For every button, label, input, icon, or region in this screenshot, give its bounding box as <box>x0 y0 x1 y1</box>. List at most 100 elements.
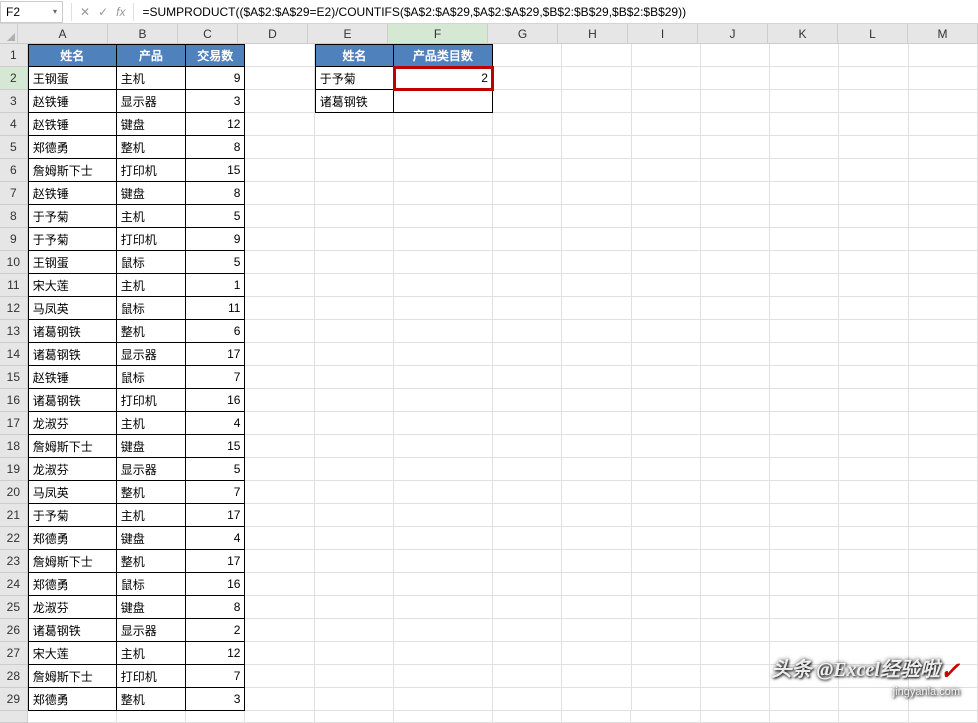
cell-K9[interactable] <box>770 228 839 251</box>
row-header-23[interactable]: 23 <box>0 550 28 573</box>
cell-H18[interactable] <box>562 435 631 458</box>
cell-J9[interactable] <box>701 228 770 251</box>
cell-K12[interactable] <box>770 297 839 320</box>
cell-A9[interactable]: 于予菊 <box>28 228 117 251</box>
cell-C20[interactable]: 7 <box>186 481 245 504</box>
cell-B26[interactable]: 显示器 <box>117 619 186 642</box>
cell-E2[interactable]: 于予菊 <box>315 67 394 90</box>
cell-M10[interactable] <box>909 251 978 274</box>
cell-J22[interactable] <box>701 527 770 550</box>
row-header-21[interactable]: 21 <box>0 504 28 527</box>
cell-B10[interactable]: 鼠标 <box>117 251 186 274</box>
cell-A24[interactable]: 郑德勇 <box>28 573 117 596</box>
cell-A26[interactable]: 诸葛钢铁 <box>28 619 117 642</box>
column-header-L[interactable]: L <box>838 24 908 44</box>
cell-H1[interactable] <box>562 44 631 67</box>
cell-D14[interactable] <box>245 343 314 366</box>
cell-B25[interactable]: 键盘 <box>117 596 186 619</box>
cell-H12[interactable] <box>562 297 631 320</box>
cell-A27[interactable]: 宋大莲 <box>28 642 117 665</box>
row-header-12[interactable]: 12 <box>0 297 28 320</box>
cell-I19[interactable] <box>632 458 701 481</box>
cell-M26[interactable] <box>909 619 978 642</box>
cell-I26[interactable] <box>632 619 701 642</box>
row-header-3[interactable]: 3 <box>0 90 28 113</box>
cell-M11[interactable] <box>909 274 978 297</box>
cell-L6[interactable] <box>839 159 908 182</box>
cell-M3[interactable] <box>909 90 978 113</box>
cell-A11[interactable]: 宋大莲 <box>28 274 117 297</box>
cell-C1[interactable]: 交易数 <box>186 44 245 67</box>
cell-M21[interactable] <box>909 504 978 527</box>
cell-D1[interactable] <box>245 44 314 67</box>
cell-B28[interactable]: 打印机 <box>117 665 186 688</box>
cell-I2[interactable] <box>632 67 701 90</box>
cell-C16[interactable]: 16 <box>186 389 245 412</box>
cell-D17[interactable] <box>245 412 314 435</box>
cell-J24[interactable] <box>701 573 770 596</box>
cell-D15[interactable] <box>245 366 314 389</box>
cell-C23[interactable]: 17 <box>186 550 245 573</box>
confirm-icon[interactable]: ✓ <box>98 5 108 19</box>
cell-F4[interactable] <box>394 113 493 136</box>
cell-F14[interactable] <box>394 343 493 366</box>
cell-H30[interactable] <box>562 711 631 723</box>
cell-A5[interactable]: 郑德勇 <box>28 136 117 159</box>
cell-B18[interactable]: 键盘 <box>117 435 186 458</box>
cell-C9[interactable]: 9 <box>186 228 245 251</box>
cell-G4[interactable] <box>493 113 562 136</box>
cell-H16[interactable] <box>562 389 631 412</box>
cell-K23[interactable] <box>770 550 839 573</box>
cell-M13[interactable] <box>909 320 978 343</box>
cell-A16[interactable]: 诸葛钢铁 <box>28 389 117 412</box>
cell-J30[interactable] <box>701 711 770 723</box>
cell-E10[interactable] <box>315 251 394 274</box>
row-header-19[interactable]: 19 <box>0 458 28 481</box>
cell-L2[interactable] <box>839 67 908 90</box>
cell-E6[interactable] <box>315 159 394 182</box>
cell-A23[interactable]: 詹姆斯下士 <box>28 550 117 573</box>
cell-J12[interactable] <box>701 297 770 320</box>
cell-G11[interactable] <box>493 274 562 297</box>
cell-D30[interactable] <box>245 711 314 723</box>
fx-icon[interactable]: fx <box>116 5 125 19</box>
cell-L3[interactable] <box>839 90 908 113</box>
cell-G30[interactable] <box>493 711 562 723</box>
cell-B20[interactable]: 整机 <box>117 481 186 504</box>
cell-H28[interactable] <box>562 665 631 688</box>
cell-F5[interactable] <box>394 136 493 159</box>
cell-E24[interactable] <box>315 573 394 596</box>
cell-M8[interactable] <box>909 205 978 228</box>
cell-A6[interactable]: 詹姆斯下士 <box>28 159 117 182</box>
cell-I6[interactable] <box>632 159 701 182</box>
cell-F26[interactable] <box>394 619 493 642</box>
cell-F20[interactable] <box>394 481 493 504</box>
row-header-15[interactable]: 15 <box>0 366 28 389</box>
cell-E21[interactable] <box>315 504 394 527</box>
cell-C10[interactable]: 5 <box>186 251 245 274</box>
cell-F21[interactable] <box>394 504 493 527</box>
cell-M27[interactable] <box>909 642 978 665</box>
cell-I12[interactable] <box>632 297 701 320</box>
cell-K10[interactable] <box>770 251 839 274</box>
cell-M22[interactable] <box>909 527 978 550</box>
cell-C6[interactable]: 15 <box>186 159 245 182</box>
cell-I20[interactable] <box>632 481 701 504</box>
cell-F22[interactable] <box>394 527 493 550</box>
cell-A7[interactable]: 赵铁锤 <box>28 182 117 205</box>
cell-M7[interactable] <box>909 182 978 205</box>
cell-J23[interactable] <box>701 550 770 573</box>
cell-G3[interactable] <box>493 90 562 113</box>
cell-J27[interactable] <box>701 642 770 665</box>
cell-L28[interactable] <box>839 665 908 688</box>
cell-F17[interactable] <box>394 412 493 435</box>
cell-G21[interactable] <box>493 504 562 527</box>
cell-B21[interactable]: 主机 <box>117 504 186 527</box>
cell-F30[interactable] <box>394 711 493 723</box>
cell-B22[interactable]: 键盘 <box>117 527 186 550</box>
cell-H5[interactable] <box>562 136 631 159</box>
cell-F3[interactable] <box>394 90 493 113</box>
cell-J11[interactable] <box>701 274 770 297</box>
cell-D11[interactable] <box>245 274 314 297</box>
cell-I8[interactable] <box>632 205 701 228</box>
